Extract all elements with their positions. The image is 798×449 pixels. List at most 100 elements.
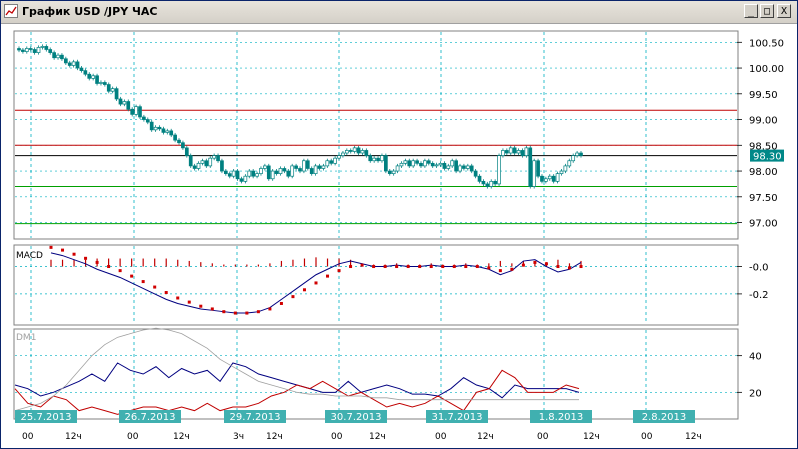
hour-label: 00 (537, 432, 549, 442)
candle-body (161, 128, 166, 133)
candle-body (270, 170, 275, 180)
macd-label: MACD (16, 251, 43, 261)
candle-body (184, 147, 189, 156)
macd-tick-label: -0.2 (749, 290, 769, 301)
macd-signal-point (291, 295, 295, 299)
minimize-button[interactable]: _ (744, 4, 758, 18)
candle-body (177, 139, 181, 144)
candle-body (99, 82, 103, 84)
candle-body (407, 160, 412, 167)
hour-label: 00 (22, 432, 34, 442)
candle-body (274, 170, 279, 174)
candle-body (419, 162, 423, 167)
candle-body (309, 168, 314, 174)
candle-body (364, 150, 369, 156)
maximize-button[interactable]: □ (760, 4, 774, 18)
candle-body (122, 101, 127, 105)
title-bar[interactable]: График USD /JPY ЧАС _ □ X (1, 1, 797, 24)
candle-body (266, 165, 271, 180)
candle-body (44, 46, 49, 50)
macd-signal-point (383, 265, 387, 269)
macd-signal-point (153, 285, 157, 289)
candle-body (489, 181, 494, 187)
dm-tick-label: 20 (749, 388, 762, 399)
candle-body (145, 119, 150, 123)
candle-body (532, 160, 537, 187)
candle-body (130, 108, 135, 115)
macd-signal-point (533, 260, 537, 264)
price-tick-label: 97.50 (749, 193, 778, 204)
hour-label: 12ч (369, 432, 386, 442)
candle-body (481, 181, 486, 185)
candle-body (325, 160, 330, 167)
hour-label: 00 (127, 432, 139, 442)
candle-body (79, 67, 84, 71)
macd-signal-point (418, 265, 422, 269)
macd-signal-point (72, 252, 76, 256)
candle-body (56, 54, 60, 59)
candle-body (60, 54, 64, 60)
candle-body (356, 147, 361, 154)
candle-body (216, 155, 220, 162)
candle-body (508, 147, 513, 154)
candle-body (536, 160, 540, 177)
macd-axis: -0.0 -0.2 (737, 263, 769, 301)
candle-body (411, 160, 416, 167)
hour-label: 12ч (583, 432, 600, 442)
candle-body (403, 160, 408, 164)
macd-signal-point (360, 263, 364, 267)
candle-body (473, 170, 478, 177)
candle-body (352, 147, 357, 152)
candle-body (344, 150, 349, 154)
macd-signal-point (141, 280, 145, 284)
candle-body (91, 75, 96, 79)
candle-body (67, 62, 72, 66)
candle-body (458, 165, 462, 172)
dm-axis: 40 20 (737, 352, 762, 399)
chart-area[interactable]: 100.50100.0099.5099.0098.5098.0097.5097.… (1, 24, 797, 448)
candle-body (52, 52, 56, 59)
candle-body (149, 121, 154, 131)
candle-body (106, 84, 111, 92)
dm-tick-label: 40 (749, 352, 762, 363)
candle-body (48, 49, 53, 53)
candle-body (134, 106, 138, 115)
date-label: 1.8.2013 (539, 412, 584, 423)
candle-body (423, 160, 427, 167)
hour-label: 12ч (685, 432, 702, 442)
date-label: 29.7.2013 (230, 412, 281, 423)
macd-signal-point (176, 296, 180, 300)
macd-signal-point (210, 307, 214, 311)
candle-body (212, 155, 216, 159)
candle-body (395, 165, 400, 172)
candle-body (341, 152, 345, 156)
macd-signal-point (579, 265, 583, 269)
candle-body (298, 168, 302, 172)
hour-label: 12ч (65, 432, 82, 442)
macd-signal-point (372, 265, 376, 269)
candle-body (32, 49, 37, 53)
dm-panel (13, 328, 739, 420)
candle-body (259, 168, 263, 174)
candle-body (430, 162, 435, 167)
candle-body (173, 134, 177, 141)
macd-signal-point (475, 265, 479, 269)
candle-body (243, 175, 248, 182)
chart-app-icon (4, 4, 18, 18)
hour-label: 12ч (477, 432, 494, 442)
macd-signal-point (95, 260, 99, 264)
macd-signal-point (187, 300, 191, 304)
close-button[interactable]: X (777, 4, 791, 18)
macd-signal-point (256, 310, 260, 314)
candle-body (278, 168, 283, 174)
candle-body (223, 170, 228, 174)
candle-body (555, 173, 560, 182)
candle-body (87, 73, 92, 79)
candle-body (372, 157, 377, 162)
candle-body (83, 70, 88, 75)
candle-body (454, 160, 458, 172)
macd-signal-point (199, 304, 203, 308)
candle-body (17, 48, 21, 51)
candle-body (36, 47, 41, 53)
candle-body (579, 152, 583, 156)
